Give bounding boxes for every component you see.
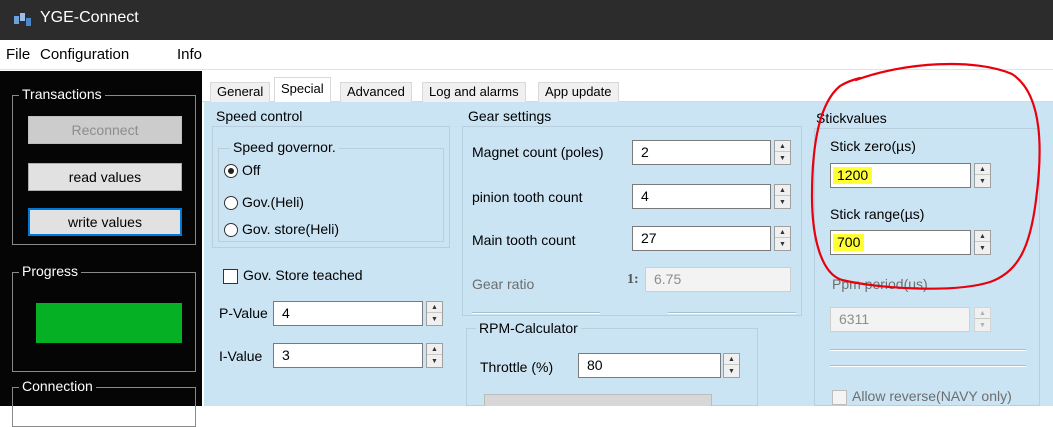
stepper-up-icon[interactable]: ▲ (775, 227, 790, 238)
stick-zero-input[interactable]: 1200 (830, 163, 971, 188)
stepper-down-icon[interactable]: ▼ (775, 153, 790, 164)
stepper-up-icon[interactable]: ▲ (975, 231, 990, 242)
title-bar: YGE-Connect (0, 0, 1053, 40)
stepper-down-icon[interactable]: ▼ (427, 314, 442, 325)
governor-store-heli-label: Gov. store(Heli) (242, 221, 339, 237)
throttle-label: Throttle (%) (480, 359, 554, 375)
governor-store-heli-radio[interactable] (224, 223, 238, 237)
gov-store-teached-checkbox[interactable] (223, 269, 238, 284)
gear-ratio-label: Gear ratio (472, 276, 535, 292)
allow-reverse-label: Allow reverse(NAVY only) (852, 388, 1012, 404)
tab-log-and-alarms[interactable]: Log and alarms (422, 82, 526, 102)
read-values-button[interactable]: read values (28, 163, 182, 191)
stepper-up-icon[interactable]: ▲ (427, 302, 442, 313)
p-value-stepper[interactable]: ▲ ▼ (426, 301, 443, 326)
progress-title: Progress (19, 263, 82, 279)
p-value-label: P-Value (219, 305, 268, 321)
governor-off-label: Off (242, 162, 261, 178)
stickvalues-title: Stickvalues (816, 110, 887, 126)
stick-range-label: Stick range(µs) (830, 206, 925, 222)
reconnect-button[interactable]: Reconnect (28, 116, 182, 144)
main-tooth-count-input[interactable]: 27 (632, 226, 771, 251)
gear-ratio-value: 6.75 (645, 267, 791, 292)
gear-ratio-prefix: 1: (627, 272, 639, 287)
menu-bar: File Configuration Info (0, 40, 1053, 70)
magnet-count-label: Magnet count (poles) (472, 144, 604, 160)
tab-advanced[interactable]: Advanced (340, 82, 412, 102)
pinion-tooth-count-label: pinion tooth count (472, 189, 583, 205)
progress-bar (36, 303, 182, 343)
write-values-button[interactable]: write values (28, 208, 182, 236)
ppm-period-input: 6311 (830, 307, 970, 332)
calculate-button[interactable] (484, 394, 712, 406)
governor-off-radio[interactable] (224, 164, 238, 178)
stick-range-input[interactable]: 700 (830, 230, 971, 255)
stick-range-value: 700 (833, 234, 865, 251)
stepper-down-icon[interactable]: ▼ (775, 239, 790, 250)
i-value-stepper[interactable]: ▲ ▼ (426, 343, 443, 368)
menu-info[interactable]: Info (177, 46, 202, 63)
separator (830, 365, 1026, 367)
i-value-input[interactable]: 3 (273, 343, 423, 368)
tab-content-special: Speed control Speed governor. Off Gov.(H… (204, 102, 1053, 406)
tab-app-update[interactable]: App update (538, 82, 619, 102)
connection-title: Connection (19, 378, 96, 394)
stepper-down-icon[interactable]: ▼ (724, 366, 739, 377)
menu-configuration[interactable]: Configuration (40, 46, 129, 63)
tab-strip: General Special Advanced Log and alarms … (202, 77, 1053, 103)
pinion-tooth-count-input[interactable]: 4 (632, 184, 771, 209)
stepper-up-icon[interactable]: ▲ (775, 141, 790, 152)
magnet-count-stepper[interactable]: ▲ ▼ (774, 140, 791, 165)
menu-file[interactable]: File (6, 46, 30, 63)
stick-zero-stepper[interactable]: ▲ ▼ (974, 163, 991, 188)
stepper-up-icon[interactable]: ▲ (975, 164, 990, 175)
magnet-count-input[interactable]: 2 (632, 140, 771, 165)
stepper-down-icon[interactable]: ▼ (775, 197, 790, 208)
p-value-input[interactable]: 4 (273, 301, 423, 326)
stepper-up-icon[interactable]: ▲ (775, 185, 790, 196)
stepper-down-icon: ▼ (979, 322, 986, 329)
tab-special[interactable]: Special (274, 77, 331, 103)
gear-settings-title: Gear settings (468, 108, 552, 124)
speed-governor-title: Speed governor. (230, 139, 339, 155)
stepper-up-icon[interactable]: ▲ (427, 344, 442, 355)
stepper-up-icon: ▲ (975, 308, 990, 319)
governor-heli-radio[interactable] (224, 196, 238, 210)
stepper-down-icon[interactable]: ▼ (975, 176, 990, 187)
pinion-tooth-count-stepper[interactable]: ▲ ▼ (774, 184, 791, 209)
ppm-period-label: Ppm period(us) (832, 276, 928, 292)
stepper-up-icon[interactable]: ▲ (724, 354, 739, 365)
stepper-down-icon[interactable]: ▼ (427, 356, 442, 367)
ppm-period-stepper: ▲ ▼ (974, 307, 991, 332)
i-value-label: I-Value (219, 348, 263, 364)
stick-zero-label: Stick zero(µs) (830, 138, 916, 154)
window-title: YGE-Connect (40, 9, 139, 26)
separator (830, 349, 1026, 351)
separator (668, 312, 796, 314)
speed-control-title: Speed control (216, 108, 303, 124)
tab-general[interactable]: General (210, 82, 271, 102)
main-tooth-count-label: Main tooth count (472, 232, 576, 248)
left-panel: Transactions Reconnect read values write… (0, 71, 202, 427)
stick-range-stepper[interactable]: ▲ ▼ (974, 230, 991, 255)
governor-heli-label: Gov.(Heli) (242, 194, 304, 210)
stick-zero-value: 1200 (833, 167, 873, 184)
app-icon (14, 13, 31, 26)
allow-reverse-checkbox[interactable] (832, 390, 847, 405)
throttle-stepper[interactable]: ▲ ▼ (723, 353, 740, 378)
rpm-calculator-title: RPM-Calculator (476, 320, 581, 336)
transactions-title: Transactions (19, 86, 105, 102)
throttle-input[interactable]: 80 (578, 353, 721, 378)
connection-group: Connection (12, 378, 196, 427)
separator (472, 312, 600, 314)
stepper-down-icon[interactable]: ▼ (975, 243, 990, 254)
main-tooth-count-stepper[interactable]: ▲ ▼ (774, 226, 791, 251)
gov-store-teached-label: Gov. Store teached (243, 267, 363, 283)
